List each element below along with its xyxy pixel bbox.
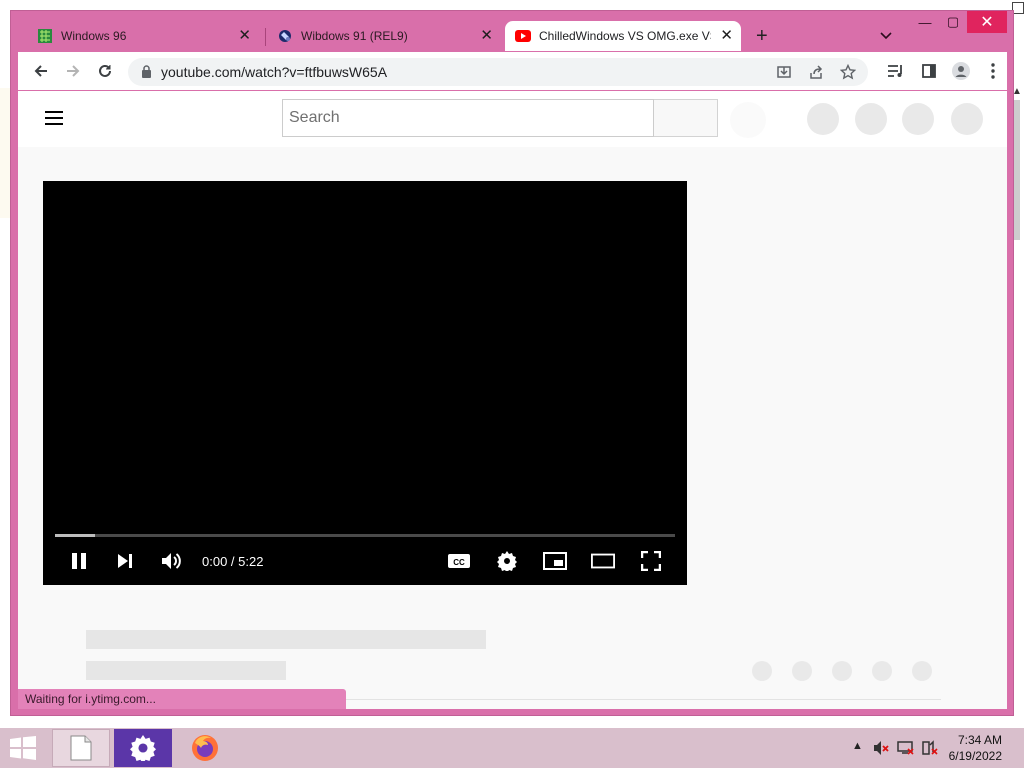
closed-captions-icon[interactable]: CC: [447, 549, 471, 573]
profile-avatar-icon[interactable]: [952, 62, 970, 80]
pause-icon[interactable]: [67, 549, 91, 573]
tab-title: Windows 96: [61, 29, 127, 43]
menu-icon[interactable]: [45, 111, 63, 125]
close-tab-icon[interactable]: ✕: [480, 28, 493, 44]
status-bar: Waiting for i.ytimg.com...: [18, 689, 346, 709]
action-placeholder: [752, 661, 772, 681]
title-placeholder: [86, 630, 486, 649]
search-input[interactable]: [283, 100, 641, 136]
windows96-icon: [37, 28, 53, 44]
url-text: youtube.com/watch?v=ftfbuwsW65A: [161, 64, 388, 80]
reload-icon[interactable]: [95, 61, 115, 81]
side-panel-icon[interactable]: [920, 62, 938, 80]
maximize-icon[interactable]: ▢: [939, 11, 967, 33]
search-button[interactable]: [654, 99, 718, 137]
lock-icon[interactable]: [141, 65, 152, 83]
start-button[interactable]: [8, 736, 38, 760]
video-time: 0:00 / 5:22: [202, 554, 264, 569]
new-tab-button[interactable]: +: [756, 25, 768, 47]
volume-muted-icon[interactable]: [873, 740, 889, 759]
video-progress-fill: [55, 534, 96, 537]
browser-menu-icon[interactable]: [984, 62, 1002, 80]
share-icon[interactable]: [808, 64, 824, 80]
theater-mode-icon[interactable]: [591, 549, 615, 573]
subtitle-placeholder: [86, 661, 286, 680]
miniplayer-icon[interactable]: [543, 549, 567, 573]
close-tab-icon[interactable]: ✕: [238, 28, 251, 44]
account-avatar-placeholder[interactable]: [951, 103, 983, 135]
wibdows91-icon: [277, 28, 293, 44]
browser-window: Windows 96 ✕ Wibdows 91 (REL9) ✕ Chilled…: [10, 10, 1014, 716]
youtube-header: [18, 91, 1007, 147]
tab-windows-96[interactable]: Windows 96 ✕: [27, 21, 259, 51]
minimize-icon[interactable]: —: [911, 11, 939, 33]
window-controls: — ▢ ✕: [911, 11, 1007, 33]
action-placeholder: [872, 661, 892, 681]
svg-text:CC: CC: [453, 558, 465, 567]
tab-search-icon[interactable]: [879, 28, 893, 42]
action-placeholder: [832, 661, 852, 681]
bookmark-star-icon[interactable]: [839, 63, 857, 80]
video-progress-bar[interactable]: [55, 534, 675, 537]
notifications-icon-placeholder[interactable]: [902, 103, 934, 135]
settings-gear-icon[interactable]: [495, 549, 519, 573]
install-app-icon[interactable]: [776, 64, 792, 80]
tab-strip: Windows 96 ✕ Wibdows 91 (REL9) ✕ Chilled…: [11, 11, 1013, 51]
search-box[interactable]: [282, 99, 654, 137]
forward-icon[interactable]: [63, 61, 83, 81]
apps-icon-placeholder[interactable]: [855, 103, 887, 135]
voice-search-icon[interactable]: [730, 102, 766, 138]
settings-icon[interactable]: [114, 729, 172, 767]
taskbar: ▲ 7:34 AM 6/19/2022: [0, 728, 1024, 768]
tab-chilledwindows[interactable]: ChilledWindows VS OMG.exe VS ✕: [505, 21, 741, 51]
status-text: Waiting for i.ytimg.com...: [25, 692, 156, 706]
tab-title: ChilledWindows VS OMG.exe VS: [539, 29, 711, 43]
tab-wibdows-91[interactable]: Wibdows 91 (REL9) ✕: [267, 21, 501, 51]
clock-date: 6/19/2022: [948, 749, 1002, 763]
action-center-icon[interactable]: [921, 740, 939, 759]
taskbar-clock[interactable]: 7:34 AM 6/19/2022: [949, 732, 1002, 764]
back-icon[interactable]: [31, 61, 51, 81]
network-disconnected-icon[interactable]: [897, 740, 915, 759]
youtube-page: 0:00 / 5:22 CC: [18, 91, 1007, 709]
clock-time: 7:34 AM: [957, 733, 1002, 747]
action-placeholder: [912, 661, 932, 681]
close-window-icon[interactable]: ✕: [967, 11, 1007, 33]
show-hidden-icons[interactable]: ▲: [852, 740, 863, 752]
reading-list-icon[interactable]: [887, 62, 905, 80]
firefox-icon[interactable]: [176, 729, 234, 767]
tab-title: Wibdows 91 (REL9): [301, 29, 408, 43]
next-video-icon[interactable]: [113, 549, 137, 573]
video-player[interactable]: 0:00 / 5:22 CC: [43, 181, 687, 585]
address-bar[interactable]: youtube.com/watch?v=ftfbuwsW65A: [128, 58, 868, 86]
close-tab-icon[interactable]: ✕: [720, 28, 733, 44]
browser-toolbar: youtube.com/watch?v=ftfbuwsW65A: [18, 52, 1007, 90]
volume-icon[interactable]: [160, 549, 184, 573]
fullscreen-icon[interactable]: [639, 549, 663, 573]
youtube-icon: [515, 28, 531, 44]
file-explorer-icon[interactable]: [52, 729, 110, 767]
action-placeholder: [792, 661, 812, 681]
create-icon-placeholder[interactable]: [807, 103, 839, 135]
